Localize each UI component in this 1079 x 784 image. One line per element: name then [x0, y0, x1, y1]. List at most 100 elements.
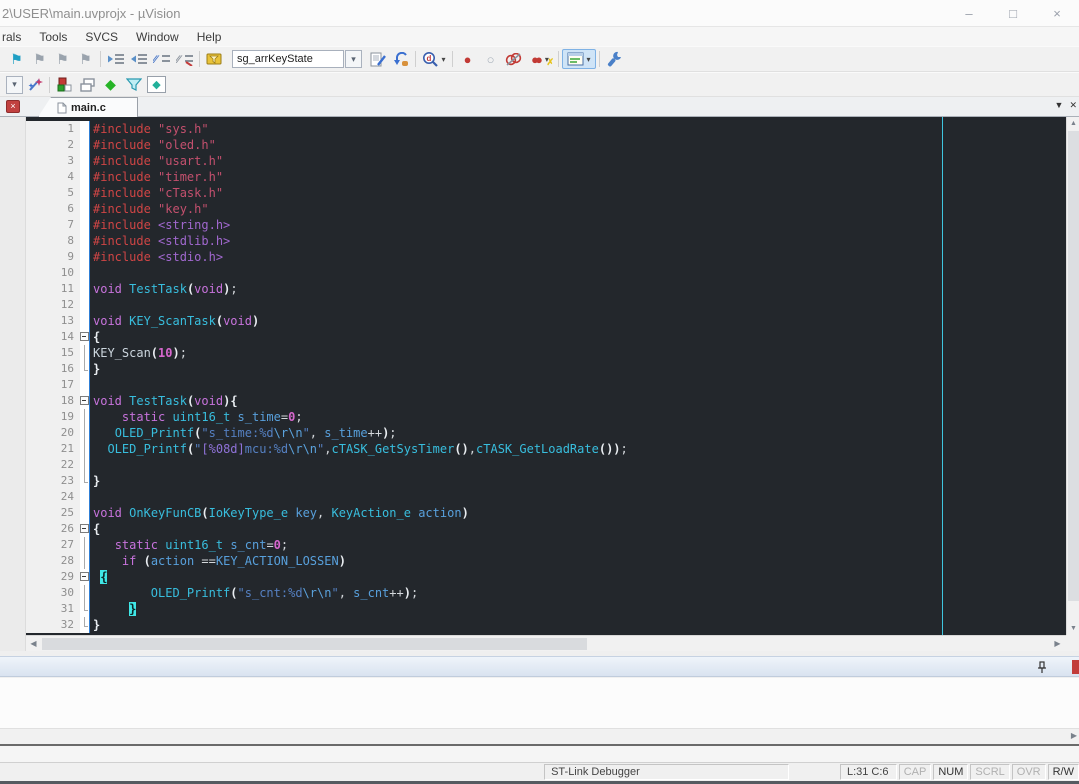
status-flag-rw: R/W	[1047, 764, 1079, 780]
code-text[interactable]: void TestTask(void);	[89, 281, 1066, 297]
code-text[interactable]: #include "sys.h"	[89, 121, 1066, 137]
close-button[interactable]: ×	[1035, 0, 1079, 27]
minimize-button[interactable]: –	[947, 0, 991, 27]
toggle-breakpoint-icon[interactable]: ●	[456, 49, 479, 69]
symbol-combo-dropdown[interactable]: ▾	[345, 50, 362, 68]
code-text[interactable]: #include "key.h"	[89, 201, 1066, 217]
code-text[interactable]: #include "oled.h"	[89, 137, 1066, 153]
menu-item-window[interactable]: Window	[127, 27, 188, 46]
status-spacer	[2, 764, 542, 780]
menu-item-tools[interactable]: Tools	[30, 27, 76, 46]
unindent-icon[interactable]	[104, 49, 127, 69]
code-text[interactable]: void OnKeyFunCB(IoKeyType_e key, KeyActi…	[89, 505, 1066, 521]
disable-breakpoint-icon[interactable]: ○	[479, 49, 502, 69]
jump-back-icon[interactable]	[389, 49, 412, 69]
code-text[interactable]: #include "usart.h"	[89, 153, 1066, 169]
line-number: 6	[26, 201, 80, 217]
previous-bookmark-icon[interactable]: ⚑	[28, 49, 51, 69]
comment-selection-icon[interactable]: ∕∕	[150, 49, 173, 69]
maximize-button[interactable]: □	[991, 0, 1035, 27]
line-number: 24	[26, 489, 80, 505]
code-text[interactable]	[89, 265, 1066, 281]
fold-margin	[80, 233, 89, 249]
code-text[interactable]: static uint16_t s_cnt=0;	[89, 537, 1066, 553]
output-panel-caption[interactable]	[0, 656, 1079, 677]
fold-margin	[80, 441, 89, 457]
menu-item-svcs[interactable]: SVCS	[76, 27, 127, 46]
disable-all-breakpoints-icon[interactable]	[502, 49, 525, 69]
clear-bookmarks-icon[interactable]: ⚑	[74, 49, 97, 69]
scroll-down-icon[interactable]: ▼	[1067, 622, 1079, 635]
code-text[interactable]	[89, 457, 1066, 473]
code-text[interactable]: }	[89, 601, 1066, 617]
wizard-icon[interactable]	[23, 75, 46, 95]
code-line: 7 #include <string.h>	[26, 217, 1066, 233]
watch-window-icon[interactable]	[122, 75, 145, 95]
code-text[interactable]: #include <stdlib.h>	[89, 233, 1066, 249]
code-text[interactable]: KEY_Scan(10);	[89, 345, 1066, 361]
code-line: 16}	[26, 361, 1066, 377]
panel-close-icon[interactable]	[1072, 660, 1079, 674]
tab-main-c[interactable]: main.c	[38, 97, 138, 117]
command-window-icon[interactable]	[53, 75, 76, 95]
disassembly-window-icon[interactable]	[76, 75, 99, 95]
find-in-files-icon[interactable]	[203, 49, 226, 69]
vertical-scrollbar[interactable]: ▲ ▼	[1066, 117, 1079, 635]
scroll-up-icon[interactable]: ▲	[1067, 117, 1079, 130]
code-text[interactable]: #include <string.h>	[89, 217, 1066, 233]
window-select-dropdown[interactable]: ▾	[6, 75, 23, 94]
code-text[interactable]: OLED_Printf("s_cnt:%d\r\n", s_cnt++);	[89, 585, 1066, 601]
scroll-left-icon[interactable]: ◀	[26, 637, 41, 651]
code-text[interactable]: OLED_Printf("[%08d]mcu:%d\r\n",cTASK_Get…	[89, 441, 1066, 457]
code-text[interactable]: void TestTask(void){	[89, 393, 1066, 409]
menu-item-help[interactable]: Help	[188, 27, 231, 46]
scroll-right-icon[interactable]: ▶	[1050, 637, 1065, 651]
fold-toggle-icon[interactable]	[80, 329, 89, 345]
code-text[interactable]: }	[89, 361, 1066, 377]
code-text[interactable]: }	[89, 617, 1066, 633]
code-text[interactable]: {	[89, 521, 1066, 537]
close-tab-icon[interactable]: ✕	[1069, 100, 1077, 111]
tab-list-dropdown-icon[interactable]: ▼	[1055, 100, 1064, 111]
code-text[interactable]: void KEY_ScanTask(void)	[89, 313, 1066, 329]
fold-toggle-icon[interactable]	[80, 521, 89, 537]
code-text[interactable]: }	[89, 473, 1066, 489]
find-dialog-icon[interactable]: d ▾	[419, 49, 449, 69]
vertical-scroll-thumb[interactable]	[1068, 131, 1079, 601]
code-text[interactable]: {	[89, 329, 1066, 345]
pin-icon[interactable]	[1037, 661, 1047, 674]
menu-item-peripherals[interactable]: rals	[0, 27, 30, 46]
code-text[interactable]: {	[89, 569, 1066, 585]
fold-toggle-icon[interactable]	[80, 393, 89, 409]
panel-scrollbar[interactable]: ▶	[0, 728, 1079, 744]
insert-bookmark-icon[interactable]: ⚑	[5, 49, 28, 69]
close-pane-icon[interactable]: ×	[6, 100, 20, 113]
code-text[interactable]: static uint16_t s_time=0;	[89, 409, 1066, 425]
code-text[interactable]: #include "timer.h"	[89, 169, 1066, 185]
code-editor[interactable]: 1 #include "sys.h" 2 #include "oled.h" 3 #inc…	[26, 117, 1066, 635]
flash-configure-icon[interactable]	[366, 49, 389, 69]
panel-scroll-right-icon[interactable]: ▶	[1071, 731, 1077, 740]
fold-margin	[80, 489, 89, 505]
indent-icon[interactable]	[127, 49, 150, 69]
uncomment-selection-icon[interactable]: ∕∕	[173, 49, 196, 69]
code-text[interactable]	[89, 297, 1066, 313]
symbol-combo[interactable]: sg_arrKeyState	[232, 50, 344, 68]
code-text[interactable]	[89, 377, 1066, 393]
fold-toggle-icon[interactable]	[80, 569, 89, 585]
svg-text:∕∕: ∕∕	[153, 54, 160, 66]
kill-all-breakpoints-icon[interactable]: ● ● ✗ ▾	[525, 49, 555, 69]
debug-windows-icon[interactable]: ▾	[562, 49, 596, 69]
symbols-window-icon[interactable]: ◆	[99, 75, 122, 95]
horizontal-scroll-thumb[interactable]	[42, 637, 587, 650]
code-line: 30 OLED_Printf("s_cnt:%d\r\n", s_cnt++);	[26, 585, 1066, 601]
code-text[interactable]	[89, 489, 1066, 505]
horizontal-scrollbar[interactable]: ◀ ▶	[26, 635, 1066, 651]
code-text[interactable]: #include "cTask.h"	[89, 185, 1066, 201]
code-text[interactable]: #include <stdio.h>	[89, 249, 1066, 265]
next-bookmark-icon[interactable]: ⚑	[51, 49, 74, 69]
memory-window-icon[interactable]: ◆	[145, 75, 168, 95]
configure-tools-icon[interactable]	[603, 49, 626, 69]
code-text[interactable]: if (action ==KEY_ACTION_LOSSEN)	[89, 553, 1066, 569]
code-text[interactable]: OLED_Printf("s_time:%d\r\n", s_time++);	[89, 425, 1066, 441]
